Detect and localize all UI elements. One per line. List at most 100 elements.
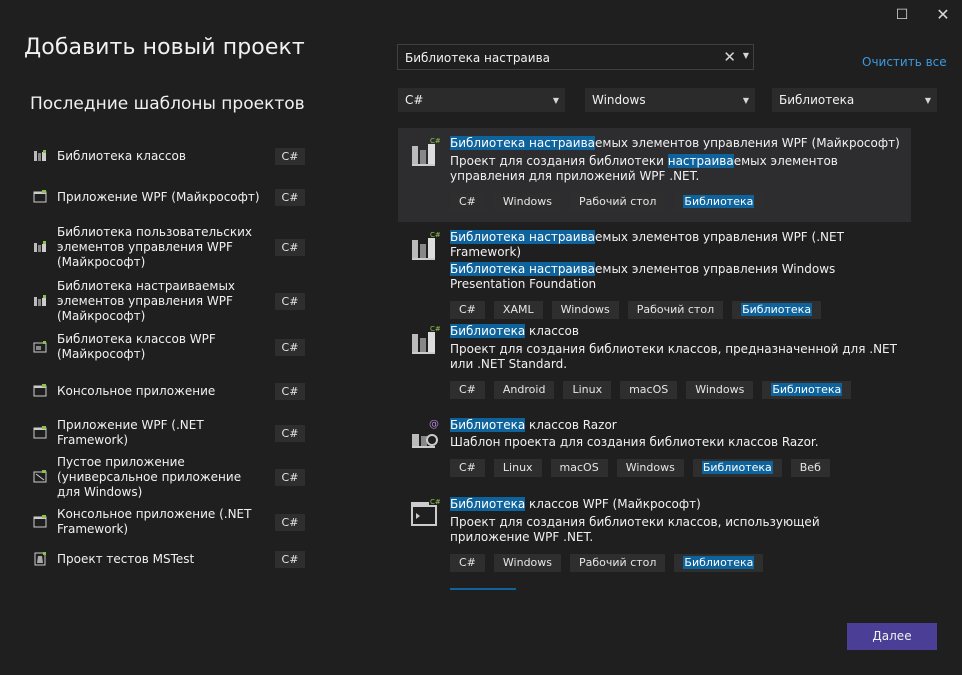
language-badge: C# xyxy=(275,425,305,442)
console-app-icon xyxy=(33,515,47,528)
title-rest: классов WPF (Майкрософт) xyxy=(525,497,701,511)
result-description: Библиотека настраиваемых элементов управ… xyxy=(450,262,901,292)
chevron-down-icon[interactable]: ▼ xyxy=(743,51,749,60)
close-icon[interactable]: ✕ xyxy=(934,6,952,24)
tag: Рабочий стол xyxy=(570,554,666,572)
language-badge: C# xyxy=(275,189,305,206)
svg-text:@: @ xyxy=(429,419,439,430)
recent-item-wpf-app[interactable]: Приложение WPF (Майкрософт) C# xyxy=(30,180,320,214)
title-rest: классов Razor xyxy=(525,418,617,432)
clear-all-link[interactable]: Очистить все xyxy=(862,55,947,69)
tag-highlight-text: Библиотека xyxy=(741,303,813,316)
language-badge: C# xyxy=(275,293,305,310)
svg-text:C#: C# xyxy=(430,231,440,239)
template-search-input[interactable]: Библиотека настраива ✕ ▼ xyxy=(397,44,754,70)
tag-highlight-text: Библиотека xyxy=(683,556,755,569)
template-result-item[interactable]: C# Библиотека настраиваемых элементов уп… xyxy=(398,222,911,319)
svg-text:C#: C# xyxy=(430,498,440,506)
svg-text:C#: C# xyxy=(430,325,440,333)
title-highlight: Библиотека настраива xyxy=(450,230,596,244)
language-badge: C# xyxy=(275,514,305,531)
recent-item-console-app-framework[interactable]: Консольное приложение (.NET Framework) C… xyxy=(30,498,320,546)
recent-item-uwp-app[interactable]: Пустое приложение (универсальное приложе… xyxy=(30,455,320,499)
tag: C# xyxy=(450,381,485,399)
recent-item-wpf-class-library[interactable]: Библиотека классов WPF (Майкрософт) C# xyxy=(30,322,320,372)
custom-control-library-icon: C# xyxy=(412,136,440,166)
title-highlight: Библиотека xyxy=(450,497,526,511)
tag-list: C# Linux macOS Windows Библиотека Веб xyxy=(450,459,901,477)
language-filter-select[interactable]: C# ▼ xyxy=(398,88,565,112)
tag: Linux xyxy=(563,381,612,399)
maximize-icon[interactable]: ☐ xyxy=(893,6,911,24)
result-title: Библиотека настраиваемых элементов управ… xyxy=(450,230,901,260)
result-title: Библиотека классов WPF (Майкрософт) xyxy=(450,497,901,512)
next-button[interactable]: Далее xyxy=(847,623,937,650)
title-rest: емых элементов управления WPF (Майкрософ… xyxy=(595,136,900,150)
recent-item-label: Библиотека пользовательских элементов уп… xyxy=(57,224,252,269)
recent-item-class-library[interactable]: Библиотека классов C# xyxy=(30,132,320,180)
razor-library-icon: @ xyxy=(412,419,439,448)
tag-highlighted: Библиотека xyxy=(692,459,782,477)
language-badge: C# xyxy=(275,339,305,356)
language-badge: C# xyxy=(275,239,305,256)
recent-templates-list: Библиотека классов C# Приложение WPF (Ма… xyxy=(30,132,320,572)
recent-item-mstest[interactable]: Проект тестов MSTest C# xyxy=(30,546,320,572)
tag: C# xyxy=(450,193,485,211)
recent-item-user-control-library[interactable]: Библиотека пользовательских элементов уп… xyxy=(30,214,320,280)
tag: Веб xyxy=(790,459,830,477)
tag: Windows xyxy=(493,193,562,211)
recent-item-custom-control-library[interactable]: Библиотека настраиваемых элементов управ… xyxy=(30,278,320,323)
desc-highlight: Библиотека настраива xyxy=(450,262,596,276)
chevron-down-icon: ▼ xyxy=(924,96,931,105)
tag: macOS xyxy=(620,381,678,399)
language-badge: C# xyxy=(275,148,305,165)
recent-item-label: Приложение WPF (.NET Framework) xyxy=(57,418,204,447)
class-library-icon xyxy=(34,150,46,161)
template-result-item[interactable]: C# Библиотека классов WPF (Майкрософт) П… xyxy=(398,489,911,583)
clear-icon[interactable]: ✕ xyxy=(723,48,736,66)
page-title: Добавить новый проект xyxy=(24,35,305,60)
template-result-item[interactable]: C# Библиотека классов Проект для создани… xyxy=(398,316,911,410)
tag-highlighted: Библиотека xyxy=(762,381,852,399)
wpf-class-library-icon xyxy=(33,341,47,353)
tag: C# xyxy=(450,554,485,572)
tag-highlight-text: Библиотека xyxy=(771,383,843,396)
recent-item-label: Проект тестов MSTest xyxy=(57,551,195,566)
platform-filter-select[interactable]: Windows ▼ xyxy=(585,88,755,112)
language-badge: C# xyxy=(275,383,305,400)
recent-item-console-app[interactable]: Консольное приложение C# xyxy=(30,372,320,410)
project-type-filter-select[interactable]: Библиотека ▼ xyxy=(772,88,937,112)
result-title: Библиотека настраиваемых элементов управ… xyxy=(450,136,901,151)
language-badge: C# xyxy=(275,551,305,568)
project-type-filter-value: Библиотека xyxy=(779,93,855,107)
recent-item-label: Приложение WPF (Майкрософт) xyxy=(57,189,260,204)
uwp-app-icon xyxy=(33,470,47,483)
test-project-icon xyxy=(34,552,46,566)
recent-item-label: Библиотека классов xyxy=(57,148,186,163)
recent-item-label: Консольное приложение xyxy=(57,383,216,398)
recent-item-label: Консольное приложение (.NET Framework) xyxy=(57,507,252,536)
template-result-item[interactable]: @ Библиотека классов Razor Шаблон проект… xyxy=(398,410,911,489)
next-result-peek xyxy=(450,588,516,590)
tag-highlighted: Библиотека xyxy=(674,554,764,572)
tag: Рабочий стол xyxy=(570,193,666,211)
title-highlight: Библиотека настраива xyxy=(450,136,596,150)
tag-highlighted: Библиотека xyxy=(674,193,764,211)
tag-list: C# Windows Рабочий стол Библиотека xyxy=(450,193,901,211)
recent-item-wpf-app-framework[interactable]: Приложение WPF (.NET Framework) C# xyxy=(30,410,320,456)
wpf-app-icon xyxy=(33,426,47,439)
wpf-class-library-icon: C# xyxy=(411,497,440,526)
recent-item-label: Библиотека настраиваемых элементов управ… xyxy=(57,278,236,323)
result-title: Библиотека классов Razor xyxy=(450,418,901,433)
result-title: Библиотека классов xyxy=(450,324,901,339)
language-badge: C# xyxy=(275,469,305,486)
template-result-item[interactable]: C# Библиотека настраиваемых элементов уп… xyxy=(398,128,911,222)
search-value: Библиотека настраива xyxy=(405,51,551,65)
title-highlight: Библиотека xyxy=(450,324,526,338)
result-description: Шаблон проекта для создания библиотеки к… xyxy=(450,435,819,449)
tag: Android xyxy=(493,381,555,399)
tag-list: C# Windows Рабочий стол Библиотека xyxy=(450,554,901,572)
chevron-down-icon: ▼ xyxy=(552,96,559,105)
recent-item-label: Библиотека классов WPF (Майкрософт) xyxy=(57,332,216,361)
tag-highlight-text: Библиотека xyxy=(683,195,755,208)
